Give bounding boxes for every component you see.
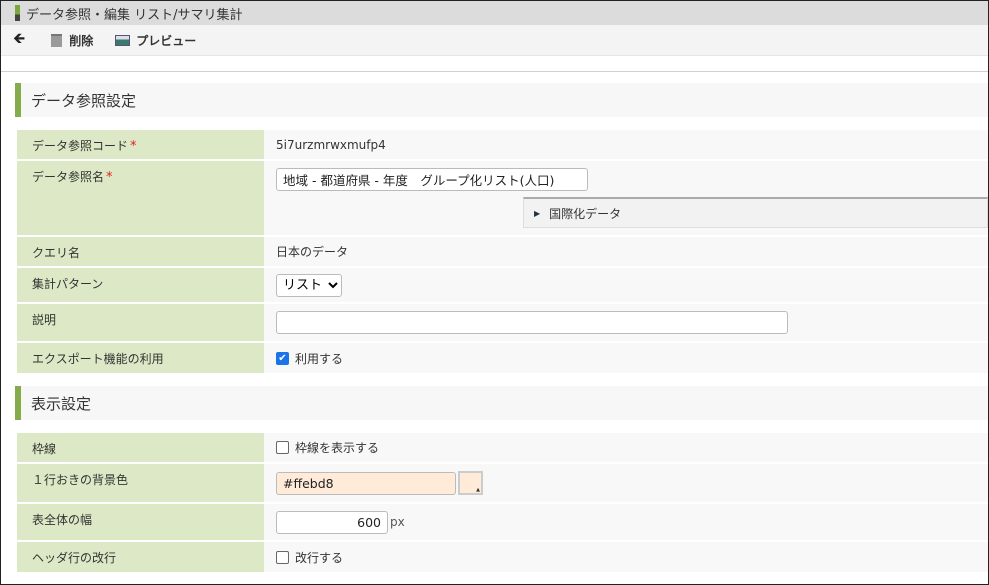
export-checkbox[interactable]: ✔ — [276, 351, 289, 365]
wrap-checkbox[interactable] — [276, 550, 289, 564]
required-mark: * — [106, 170, 113, 185]
width-input[interactable] — [276, 510, 388, 534]
code-value: 5i7urzmrwxmufp4 — [276, 137, 386, 152]
section-header-data-ref: データ参照設定 — [15, 83, 988, 117]
title-mark-icon — [15, 5, 20, 21]
trash-icon — [51, 33, 63, 47]
row-width: 表全体の幅 px — [17, 504, 988, 540]
row-border: 枠線 枠線を表示する — [17, 433, 988, 462]
query-value: 日本のデータ — [276, 245, 349, 259]
width-label: 表全体の幅 — [32, 513, 93, 527]
i18n-label: 国際化データ — [549, 206, 622, 221]
row-export: エクスポート機能の利用 ✔ 利用する — [17, 343, 988, 373]
altcolor-label: １行おきの背景色 — [32, 473, 129, 487]
preview-icon — [115, 34, 131, 46]
wrap-check-label: 改行する — [295, 550, 344, 565]
wrap-label: ヘッダ行の改行 — [32, 551, 117, 565]
color-picker-button[interactable] — [458, 471, 483, 495]
border-checkbox[interactable] — [276, 441, 289, 454]
export-label: エクスポート機能の利用 — [32, 352, 164, 366]
back-button[interactable]: 🡸 — [13, 28, 25, 53]
row-code: データ参照コード * 5i7urzmrwxmufp4 — [17, 130, 988, 159]
border-check-label: 枠線を表示する — [295, 441, 380, 455]
divider — [1, 71, 988, 72]
delete-button[interactable]: 削除 — [51, 32, 93, 49]
toolbar: 🡸 削除 プレビュー — [1, 25, 988, 56]
export-check-label: 利用する — [295, 351, 344, 366]
delete-label: 削除 — [69, 33, 94, 48]
i18n-toggle[interactable]: ▶ 国際化データ — [523, 197, 988, 228]
title-bar: データ参照・編集 リスト/サマリ集計 — [1, 1, 988, 25]
name-label: データ参照名 — [32, 170, 105, 184]
altcolor-input[interactable] — [276, 471, 456, 495]
name-input[interactable] — [276, 168, 588, 191]
section-header-display: 表示設定 — [15, 386, 988, 420]
pattern-select[interactable]: リスト — [276, 273, 342, 297]
row-altcolor: １行おきの背景色 — [17, 464, 988, 502]
row-name: データ参照名* ▶ 国際化データ — [17, 161, 988, 235]
row-wrap: ヘッダ行の改行 改行する — [17, 542, 988, 572]
desc-input[interactable] — [276, 311, 788, 334]
preview-button[interactable]: プレビュー — [115, 32, 196, 49]
width-unit: px — [390, 515, 405, 529]
triangle-right-icon: ▶ — [534, 208, 541, 218]
preview-label: プレビュー — [136, 33, 197, 48]
row-query: クエリ名 日本のデータ — [17, 237, 988, 266]
required-mark: * — [130, 139, 137, 154]
desc-label: 説明 — [32, 313, 57, 327]
code-label: データ参照コード — [32, 139, 129, 153]
row-pattern: 集計パターン リスト — [17, 268, 988, 302]
page-title: データ参照・編集 リスト/サマリ集計 — [26, 7, 243, 23]
row-desc: 説明 — [17, 304, 988, 341]
border-label: 枠線 — [32, 442, 57, 456]
pattern-label: 集計パターン — [32, 277, 104, 291]
query-label: クエリ名 — [32, 246, 81, 260]
